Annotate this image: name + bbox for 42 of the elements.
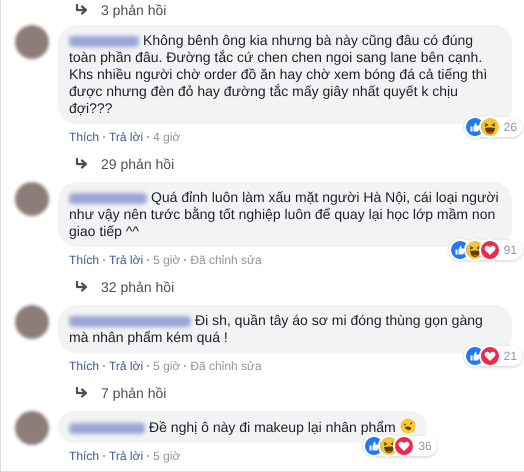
- edited-label: Đã chỉnh sửa: [190, 358, 262, 375]
- reply-arrow-icon: [75, 387, 89, 399]
- avatar[interactable]: [15, 25, 49, 59]
- like-link[interactable]: Thích: [69, 357, 100, 375]
- like-link[interactable]: Thích: [69, 251, 100, 269]
- avatar[interactable]: [15, 411, 49, 445]
- blurred-name: [69, 36, 139, 47]
- reaction-count: 36: [418, 438, 432, 455]
- reply-arrow-icon: [75, 281, 89, 293]
- replies-link[interactable]: 7 phản hồi: [101, 384, 166, 402]
- reply-arrow-icon: [75, 4, 89, 16]
- replies-link[interactable]: 3 phản hồi: [101, 1, 166, 19]
- edited-label: Đã chỉnh sửa: [190, 252, 262, 269]
- reaction-count: 91: [504, 242, 517, 259]
- comment-text: Đi sh, quần tây áo sơ mi đóng thùng gọn gàng mà nhân phẩm kém quá !: [69, 312, 484, 346]
- reply-link[interactable]: Trả lời: [109, 128, 144, 146]
- like-link[interactable]: Thích: [69, 128, 100, 146]
- reply-link[interactable]: Trả lời: [109, 447, 144, 465]
- laughing-reaction-icon: [380, 437, 398, 455]
- reaction-count: 21: [504, 348, 517, 365]
- comment-text: Không bênh ông kia nhưng bà này cũng đâu có đúng toàn phần đâu. Đường tắc cứ chen chen ngoi sang lane bên cạnh. Khs nhiều người chờ order đồ ăn hay chờ xem bóng đá cả tiếng thì được nhưng đèn đỏ hay đường tắc mấy giây nhất quyết k chịu đợi???: [69, 32, 488, 117]
- like-link[interactable]: Thích: [69, 447, 100, 465]
- heart-reaction-icon: [480, 241, 499, 259]
- replies-link[interactable]: 32 phản hồi: [101, 278, 174, 296]
- laughing-reaction-icon: [466, 241, 484, 259]
- like-reaction-icon: [450, 241, 469, 259]
- avatar[interactable]: [15, 182, 49, 216]
- like-reaction-icon: [365, 437, 384, 455]
- comment-text: Đề nghị ô này đi makeup lại nhân phẩm: [69, 418, 416, 436]
- replies-link[interactable]: 29 phản hồi: [101, 155, 174, 173]
- reply-link[interactable]: Trả lời: [109, 357, 144, 375]
- laughing-emoji-icon: [400, 418, 416, 434]
- reply-arrow-icon: [75, 158, 89, 170]
- like-reaction-icon: [466, 118, 484, 136]
- like-reaction-icon: [466, 347, 484, 365]
- avatar[interactable]: [15, 305, 49, 339]
- comment-text: Quá đỉnh luôn làm xấu mặt người Hà Nội, cái loại người như vậy nên tước bằng tốt nghiệp luôn để quay lại học lớp mầm non giao tiếp ^^: [69, 189, 500, 240]
- reply-link[interactable]: Trả lời: [109, 251, 144, 269]
- heart-reaction-icon: [480, 347, 499, 365]
- reaction-count: 26: [504, 119, 517, 136]
- heart-reaction-icon: [395, 437, 414, 455]
- laughing-reaction-icon: [480, 118, 499, 136]
